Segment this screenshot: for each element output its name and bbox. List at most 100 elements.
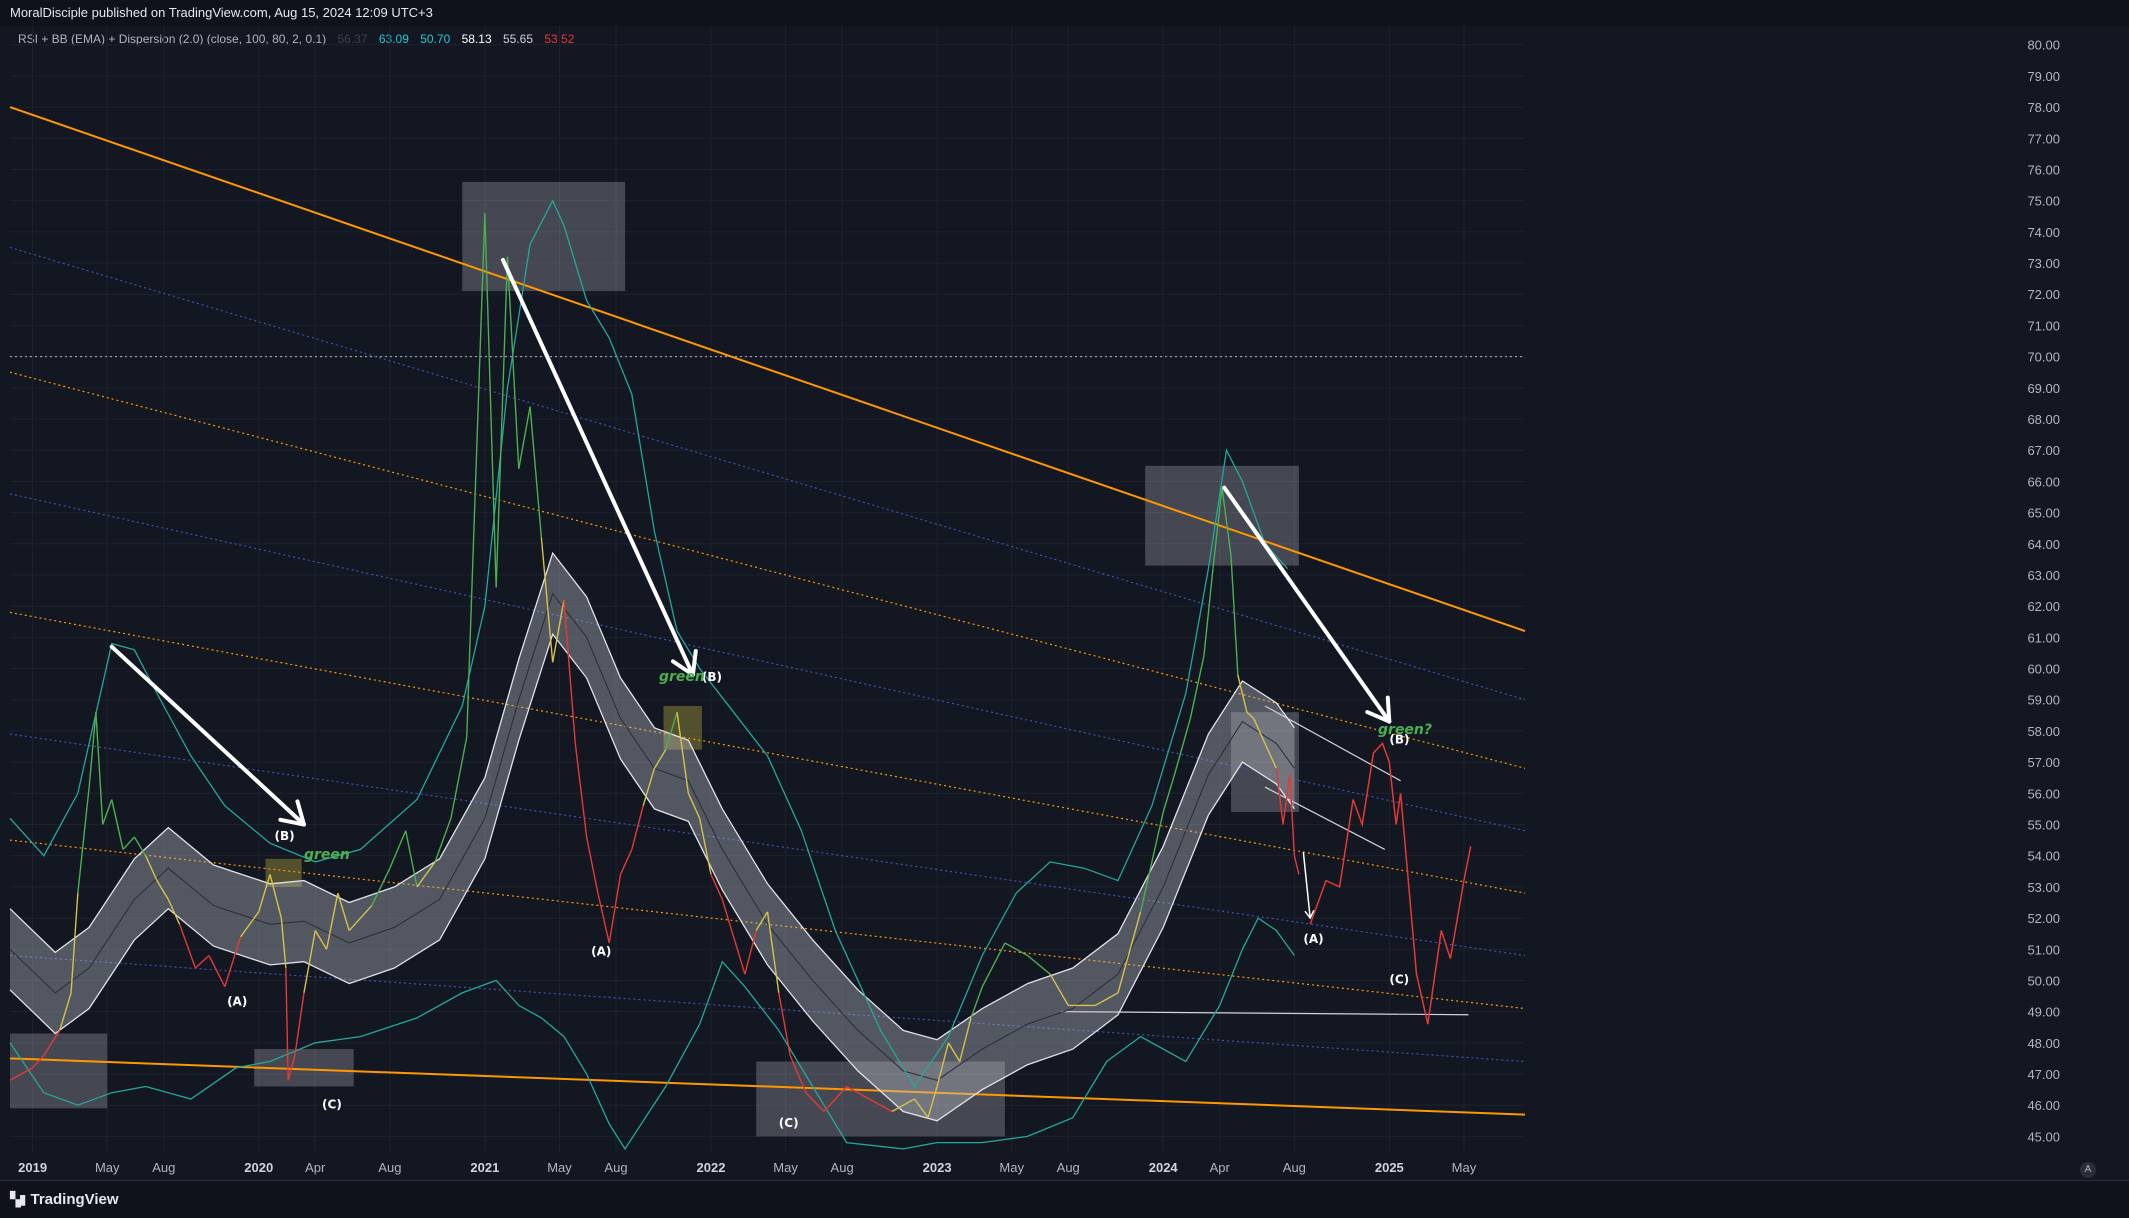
y-tick-32: 48.00 (2027, 1036, 2060, 1051)
y-tick-22: 58.00 (2027, 724, 2060, 739)
x-tick-6: 2021 (470, 1160, 499, 1175)
rsi-segment-51 (619, 849, 633, 875)
rsi-segment-6 (77, 786, 90, 894)
trendline-upper-orange (9, 106, 1526, 633)
y-tick-4: 76.00 (2027, 162, 2060, 177)
rsi-segment-18 (208, 955, 226, 988)
rsi-segment-37 (450, 737, 468, 819)
chart-canvas[interactable]: (B)(A)(C)green(A)(B)green(C)(A)green?(B)… (0, 26, 2129, 1180)
annotation-6: green (659, 669, 705, 685)
rsi-segment-7 (88, 712, 97, 788)
y-tick-30: 50.00 (2027, 973, 2060, 988)
y-tick-33: 47.00 (2027, 1067, 2060, 1082)
rsi-segment-100 (1293, 855, 1300, 875)
x-tick-7: May (547, 1160, 572, 1175)
y-tick-15: 65.00 (2027, 506, 2060, 521)
brand-name: TradingView (30, 1191, 119, 1208)
auto-scale-button[interactable]: A (2080, 1162, 2096, 1178)
footer-bar: ▚▮ TradingView (0, 1180, 2129, 1218)
y-tick-18: 62.00 (2027, 599, 2060, 614)
annotation-3: green (304, 847, 350, 863)
y-tick-5: 75.00 (2027, 194, 2060, 209)
y-tick-20: 60.00 (2027, 662, 2060, 677)
x-tick-18: 2025 (1375, 1160, 1404, 1175)
rsi-segment-89 (1203, 568, 1214, 657)
y-tick-35: 45.00 (2027, 1129, 2060, 1144)
arrow-2019 (109, 644, 306, 827)
rsi-segment-26 (294, 992, 305, 1056)
publisher-text: MoralDisciple published on TradingView.c… (10, 5, 433, 20)
annotation-11: (C) (1389, 973, 1409, 987)
y-tick-17: 63.00 (2027, 568, 2060, 583)
x-tick-12: 2023 (923, 1160, 952, 1175)
x-tick-9: 2022 (697, 1160, 726, 1175)
rsi-segment-40 (495, 256, 509, 588)
arrow-2024-head (1365, 695, 1392, 724)
y-tick-13: 67.00 (2027, 443, 2060, 458)
y-tick-14: 66.00 (2027, 474, 2060, 489)
arrow-2024-small (1302, 851, 1311, 919)
x-axis[interactable]: 2019 May Aug 2020 Apr Aug 2021 May Aug 2022 May Aug… (18, 1160, 1477, 1175)
y-tick-21: 59.00 (2027, 693, 2060, 708)
rsi-segment-92 (1230, 556, 1239, 675)
annotation-10: (B) (1389, 732, 1409, 746)
tradingview-logo[interactable]: ▚▮ TradingView (10, 1191, 119, 1208)
bb-fill (10, 553, 1295, 1121)
rsi-segment-42 (518, 406, 531, 470)
trendline-orange-2 (9, 371, 1526, 769)
rsi-segment-33 (389, 830, 407, 869)
x-tick-0: 2019 (18, 1160, 47, 1175)
y-tick-29: 51.00 (2027, 942, 2060, 957)
tradingview-icon: ▚▮ (10, 1191, 27, 1207)
y-tick-2: 78.00 (2027, 100, 2060, 115)
annotation-7: (C) (779, 1116, 799, 1130)
rsi-segment-87 (1173, 718, 1192, 775)
trendline-blue-4 (9, 954, 1526, 1063)
y-tick-28: 52.00 (2027, 911, 2060, 926)
y-tick-7: 73.00 (2027, 256, 2060, 271)
y-tick-6: 74.00 (2027, 225, 2060, 240)
y-tick-3: 77.00 (2027, 131, 2060, 146)
x-tick-16: Apr (1210, 1160, 1231, 1175)
y-tick-26: 54.00 (2027, 849, 2060, 864)
rsi-segment-52 (631, 805, 644, 850)
y-tick-0: 80.00 (2027, 38, 2060, 53)
y-tick-19: 61.00 (2027, 630, 2060, 645)
x-tick-8: Aug (604, 1160, 627, 1175)
zone-2019-low (10, 1033, 108, 1109)
y-axis[interactable]: 80.00 79.00 78.00 77.00 76.00 75.00 74.00 73.00… (2027, 38, 2060, 1145)
y-tick-12: 68.00 (2027, 412, 2060, 427)
annotation-0: (B) (275, 829, 295, 843)
rsi-segment-16 (178, 924, 197, 969)
x-tick-17: Aug (1283, 1160, 1306, 1175)
y-tick-25: 55.00 (2027, 817, 2060, 832)
x-tick-13: May (999, 1160, 1024, 1175)
y-tick-11: 69.00 (2027, 381, 2060, 396)
y-tick-9: 71.00 (2027, 318, 2060, 333)
rsi-segment-50 (608, 874, 622, 944)
rsi-segment-88 (1189, 655, 1205, 719)
y-tick-23: 57.00 (2027, 755, 2060, 770)
annotation-2: (C) (322, 1097, 342, 1111)
annotation-8: (A) (1303, 932, 1323, 946)
y-tick-34: 46.00 (2027, 1098, 2060, 1113)
rsi-segment-38 (466, 213, 486, 738)
rsi-segment-11 (122, 836, 135, 850)
rsi-segment-65 (778, 992, 791, 1056)
annotation-5: (B) (702, 670, 722, 684)
y-tick-27: 53.00 (2027, 880, 2060, 895)
y-tick-8: 72.00 (2027, 287, 2060, 302)
x-tick-11: Aug (831, 1160, 854, 1175)
rsi-segment-8 (95, 712, 104, 825)
x-tick-14: Aug (1057, 1160, 1080, 1175)
x-tick-10: May (773, 1160, 798, 1175)
y-tick-24: 56.00 (2027, 786, 2060, 801)
annotation-4: (A) (591, 944, 611, 958)
y-tick-1: 79.00 (2027, 69, 2060, 84)
y-tick-16: 64.00 (2027, 537, 2060, 552)
x-tick-2: Aug (152, 1160, 175, 1175)
x-tick-5: Aug (378, 1160, 401, 1175)
x-tick-15: 2024 (1149, 1160, 1179, 1175)
rsi-segment-80 (1027, 954, 1051, 975)
x-tick-3: 2020 (244, 1160, 273, 1175)
